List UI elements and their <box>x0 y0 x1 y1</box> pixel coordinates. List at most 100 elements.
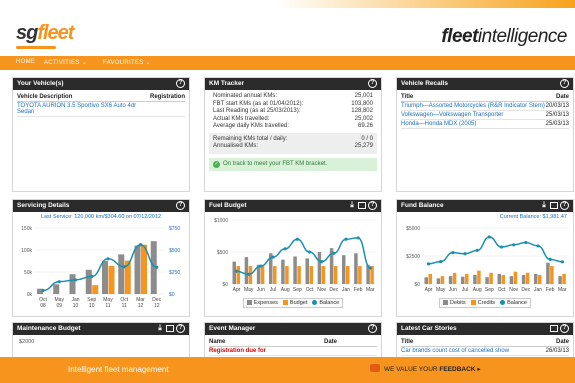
page-header: sgfleet fleetintelligence <box>0 0 575 56</box>
line-point <box>73 278 78 282</box>
km-row: FBT start KMs (as at 01/04/2012): 103,800 <box>213 101 373 109</box>
feedback-link[interactable]: WE VALUE YOUR FEEDBACK ▸ <box>384 365 481 373</box>
bar-budget <box>285 266 289 284</box>
bar-credits <box>513 271 518 284</box>
table-row[interactable]: Triumph—Assorted Motorcycles (R&R Indica… <box>401 101 569 111</box>
bar-expenses <box>305 258 309 284</box>
download-icon[interactable]: ⤓ <box>348 201 356 210</box>
recalls-table: Title Date Triumph—Assorted Motorcycles (… <box>401 93 569 129</box>
help-icon[interactable]: ? <box>560 201 569 210</box>
bar-credits <box>465 273 469 284</box>
maximize-icon[interactable] <box>550 202 558 209</box>
help-icon[interactable]: ? <box>560 79 569 88</box>
bar-credits <box>452 272 457 284</box>
arrow-right-icon: ▸ <box>477 366 481 373</box>
sgfleet-logo[interactable]: sgfleet <box>16 22 74 45</box>
maximize-icon[interactable] <box>550 325 558 332</box>
col-header: Date <box>296 338 377 347</box>
km-status-text: On track to meet your FBT KM bracket. <box>223 161 328 167</box>
km-row: Last Reading (as at 25/03/2013): 128,802 <box>213 108 373 116</box>
x-tick-label: May <box>436 287 446 293</box>
help-icon[interactable]: ? <box>176 201 185 210</box>
recall-link[interactable]: Honda—Honda MDX (2005) <box>401 119 546 129</box>
help-icon[interactable]: ? <box>368 324 377 333</box>
x-tick-label: 09 <box>56 303 62 309</box>
table-row[interactable]: Honda—Honda MDX (2005) 25/03/13 <box>401 119 569 129</box>
km-value: 0 / 0 <box>361 135 373 142</box>
bar-credits <box>489 272 493 284</box>
km-label: Nominated annual KMs: <box>213 93 278 99</box>
legend-item[interactable]: Expenses <box>246 300 278 306</box>
bar-credits <box>550 266 554 284</box>
help-icon[interactable]: ? <box>176 79 185 88</box>
help-icon[interactable]: ? <box>176 324 185 333</box>
line-point <box>138 243 143 247</box>
table-row[interactable]: TOYOTA AURION 3.5 Sportivo SX6 Auto 4dr … <box>17 101 185 117</box>
bar-expenses <box>293 256 297 284</box>
recalls-panel: Vehicle Recalls? Title Date Triumph—Assor… <box>396 77 574 192</box>
help-icon[interactable]: ? <box>560 324 569 333</box>
legend-swatch <box>312 300 318 306</box>
help-icon[interactable]: ? <box>368 79 377 88</box>
vehicles-table: Vehicle Description Registration TOYOTA A… <box>17 93 185 117</box>
fuel-panel: Fuel Budget ⤓? $1000 $500 $0 Apr May Jun Jul Aug… <box>204 199 382 317</box>
x-tick-label: 11 <box>122 303 127 309</box>
vehicle-link[interactable]: TOYOTA AURION 3.5 Sportivo SX6 Auto 4dr … <box>17 101 150 117</box>
y-tick-label: 150k <box>21 226 32 232</box>
x-tick-label: 08 <box>40 303 46 309</box>
bar-expenses <box>281 259 285 284</box>
download-icon[interactable]: ⤓ <box>540 201 548 210</box>
maximize-icon[interactable] <box>358 202 366 209</box>
legend-item[interactable]: Credits <box>470 300 496 306</box>
check-icon: ✓ <box>213 160 220 168</box>
km-row: Average daily KMs travelled: 69.26 <box>213 123 373 131</box>
legend-label: Credits <box>477 300 496 306</box>
legend-item[interactable]: Balance <box>312 300 339 306</box>
registration-cell <box>149 101 185 117</box>
legend-swatch <box>470 300 476 306</box>
recall-link[interactable]: Volkswagen—Volkswagen Transporter <box>401 110 546 120</box>
line-point <box>560 260 564 264</box>
legend-item[interactable]: Debits <box>443 300 466 306</box>
panel-title: Fund Balance <box>401 202 444 209</box>
nav-activities[interactable]: ACTIVITIES ⌄ <box>44 59 87 66</box>
legend-item[interactable]: Budget <box>282 300 308 306</box>
table-row[interactable]: Volkswagen—Volkswagen Transporter 25/03/1… <box>401 110 569 120</box>
help-icon[interactable]: ? <box>368 201 377 210</box>
table-row[interactable]: Registration due for <box>209 346 377 356</box>
y2-tick-label: $250 <box>169 270 180 276</box>
recall-link[interactable]: Triumph—Assorted Motorcycles (R&R Indica… <box>401 101 546 111</box>
bar-cost <box>108 265 115 294</box>
bar-budget <box>333 266 338 284</box>
bar-cost <box>92 285 99 294</box>
balance-line <box>236 237 371 276</box>
col-header: Date <box>539 338 569 347</box>
bar-expenses <box>317 252 322 284</box>
legend-swatch <box>443 300 449 306</box>
col-header: Vehicle Description <box>17 93 150 102</box>
maintenance-panel: Maintenance Budget ⤓? $2000 <box>12 322 190 362</box>
download-icon[interactable]: ⤓ <box>156 324 164 333</box>
y-tick-label: $2500 <box>406 254 420 260</box>
line-point <box>451 251 455 255</box>
fund-panel: Fund Balance ⤓? Current Balance: $1,981.4… <box>396 199 574 317</box>
nav-home[interactable]: HOME <box>16 59 35 65</box>
x-tick-label: Nov <box>509 287 518 293</box>
x-tick-label: Jan <box>342 287 350 293</box>
panel-header: Fund Balance ⤓? <box>397 200 573 212</box>
maximize-icon[interactable] <box>166 325 174 332</box>
bar-credits <box>477 270 481 284</box>
story-link[interactable]: Car brands count cost of cancelled show <box>401 346 540 356</box>
table-row[interactable]: Car brands count cost of cancelled show 2… <box>401 346 569 356</box>
legend-item[interactable]: Balance <box>500 300 527 306</box>
nav-favourites[interactable]: FAVOURITES ⌄ <box>103 59 151 66</box>
x-tick-label: Nov <box>317 287 326 293</box>
event-link[interactable]: Registration due for <box>209 346 297 356</box>
line-point <box>439 260 443 264</box>
legend-label: Budget <box>289 300 308 306</box>
line-point <box>122 265 126 269</box>
line-point <box>524 240 528 245</box>
line-point <box>259 264 263 268</box>
km-value: 128,802 <box>351 108 373 114</box>
line-point <box>271 255 275 259</box>
